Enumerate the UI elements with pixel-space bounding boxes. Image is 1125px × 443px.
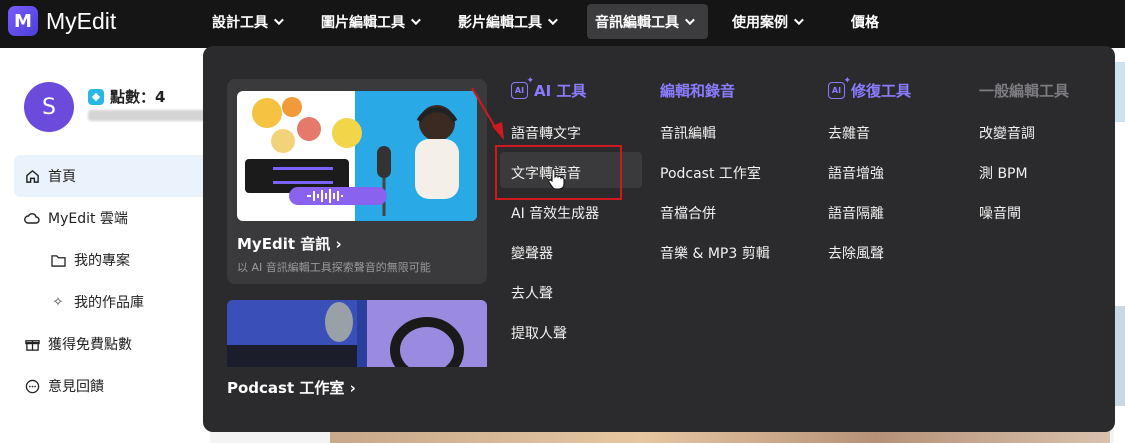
hand-cursor-icon <box>548 168 565 190</box>
background-thumbnail <box>1114 306 1125 406</box>
podcast-card-title[interactable]: Podcast 工作室 › <box>227 377 356 398</box>
column-heading-label: 一般編輯工具 <box>979 82 1070 100</box>
sidebar-item-library[interactable]: ✧ 我的作品庫 <box>14 281 210 323</box>
column-heading-ai-tools: AI AI 工具 <box>511 76 587 101</box>
sidebar-item-feedback[interactable]: 意見回饋 <box>14 365 210 407</box>
chevron-down-icon <box>684 15 695 26</box>
gift-icon <box>24 336 40 352</box>
menu-link-bpm-finder[interactable]: 測 BPM <box>979 163 1028 183</box>
folder-icon <box>50 252 66 268</box>
menu-link-music-mp3-cutter[interactable]: 音樂 & MP3 剪輯 <box>660 243 770 263</box>
avatar[interactable]: S <box>24 82 74 132</box>
menu-link-vocal-remover[interactable]: 去人聲 <box>511 283 553 303</box>
audio-tools-mega-menu: MyEdit 音訊 › 以 AI 音訊編輯工具探索聲音的無限可能 Podcast… <box>203 46 1115 432</box>
chat-icon <box>24 378 40 394</box>
ai-icon: AI <box>511 76 534 99</box>
nav-pricing[interactable]: 價格 <box>843 4 887 39</box>
menu-link-speech-to-text[interactable]: 語音轉文字 <box>511 123 581 143</box>
nav-design-tools[interactable]: 設計工具 <box>204 4 289 39</box>
sidebar-item-label: 我的專案 <box>74 253 130 269</box>
nav-label: 設計工具 <box>212 14 268 31</box>
sidebar-item-label: 首頁 <box>48 169 76 185</box>
chevron-down-icon <box>410 15 421 26</box>
user-email-blurred <box>88 110 206 121</box>
nav-label: 圖片編輯工具 <box>321 14 405 31</box>
nav-label: 影片編輯工具 <box>458 14 542 31</box>
podcast-illustration[interactable] <box>227 300 487 367</box>
column-heading-label: 修復工具 <box>851 82 912 100</box>
menu-link-audio-editor[interactable]: 音訊編輯 <box>660 123 716 143</box>
menu-link-ai-sfx-generator[interactable]: AI 音效生成器 <box>511 203 599 223</box>
cloud-icon <box>24 210 40 226</box>
nav-label: 音訊編輯工具 <box>595 14 679 31</box>
menu-link-audio-joiner[interactable]: 音檔合併 <box>660 203 716 223</box>
ai-icon: AI <box>828 76 851 99</box>
annotation-arrow-icon <box>471 87 504 140</box>
app-name: MyEdit <box>46 7 117 34</box>
sparkle-icon: ✧ <box>52 294 64 310</box>
chevron-down-icon <box>273 15 284 26</box>
myedit-logo-icon: M <box>8 6 38 36</box>
chevron-down-icon <box>793 15 804 26</box>
sidebar-item-label: MyEdit 雲端 <box>48 211 128 227</box>
menu-link-vocal-extractor[interactable]: 提取人聲 <box>511 323 567 343</box>
column-heading-label: 編輯和錄音 <box>660 82 736 100</box>
menu-link-pitch-changer[interactable]: 改變音調 <box>979 123 1035 143</box>
chevron-down-icon <box>547 15 558 26</box>
menu-link-voice-isolate[interactable]: 語音隔離 <box>828 203 884 223</box>
sidebar-item-home[interactable]: 首頁 <box>14 155 210 197</box>
points-icon: ◆ <box>88 88 104 105</box>
top-nav-bar: M MyEdit 設計工具 圖片編輯工具 影片編輯工具 音訊編輯工具 使用案例 … <box>0 0 1125 48</box>
column-heading-edit-record: 編輯和錄音 <box>660 80 735 101</box>
column-heading-label: AI 工具 <box>534 82 587 100</box>
sidebar: S ◆ 點數：4 首頁 MyEdit 雲端 我的專案 ✧ 我的作品庫 獲得免費點… <box>0 48 210 443</box>
sidebar-item-label: 意見回饋 <box>48 379 104 395</box>
sidebar-item-cloud[interactable]: MyEdit 雲端 <box>14 197 210 239</box>
points-display: ◆ 點數：4 <box>88 86 165 107</box>
myedit-audio-card[interactable]: MyEdit 音訊 › 以 AI 音訊編輯工具探索聲音的無限可能 <box>227 79 487 284</box>
nav-photo-tools[interactable]: 圖片編輯工具 <box>313 4 426 39</box>
nav-audio-tools[interactable]: 音訊編輯工具 <box>587 4 708 39</box>
nav-label: 價格 <box>851 14 879 31</box>
audio-feature-illustration <box>237 91 477 221</box>
audio-card-title: MyEdit 音訊 › <box>237 235 342 253</box>
sidebar-item-projects[interactable]: 我的專案 <box>14 239 210 281</box>
sidebar-item-free-points[interactable]: 獲得免費點數 <box>14 323 210 365</box>
menu-link-voice-changer[interactable]: 變聲器 <box>511 243 553 263</box>
menu-link-podcast-studio[interactable]: Podcast 工作室 <box>660 163 761 183</box>
points-label: 點數：4 <box>110 88 166 106</box>
audio-card-subtitle: 以 AI 音訊編輯工具探索聲音的無限可能 <box>237 261 431 274</box>
nav-video-tools[interactable]: 影片編輯工具 <box>450 4 563 39</box>
sidebar-item-label: 獲得免費點數 <box>48 337 132 353</box>
column-heading-general-tools: 一般編輯工具 <box>979 80 1069 101</box>
nav-use-cases[interactable]: 使用案例 <box>724 4 809 39</box>
home-icon <box>24 168 40 184</box>
menu-link-speech-enhance[interactable]: 語音增強 <box>828 163 884 183</box>
background-thumbnail <box>1114 62 1125 122</box>
nav-label: 使用案例 <box>732 14 788 31</box>
menu-link-noise-gate[interactable]: 噪音閘 <box>979 203 1021 223</box>
sidebar-item-label: 我的作品庫 <box>74 295 144 311</box>
column-heading-repair-tools: AI 修復工具 <box>828 76 912 101</box>
logo[interactable]: M MyEdit <box>8 6 116 36</box>
menu-link-noise-remover[interactable]: 去雜音 <box>828 123 870 143</box>
menu-link-wind-remover[interactable]: 去除風聲 <box>828 243 884 263</box>
